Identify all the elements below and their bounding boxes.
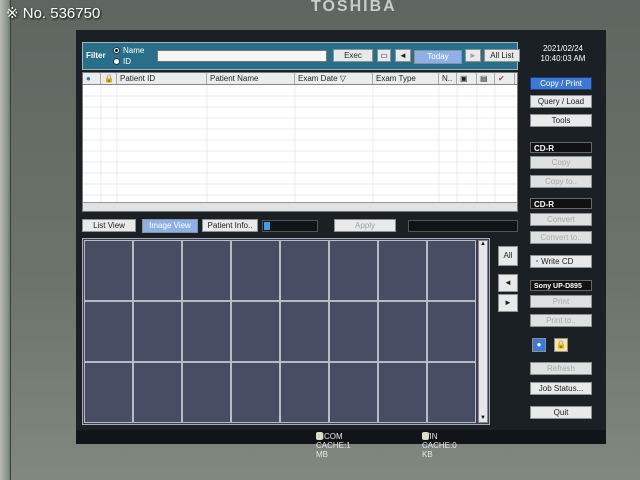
- image-cell[interactable]: [133, 301, 182, 362]
- check-icon[interactable]: ✔: [495, 73, 515, 84]
- image-cell[interactable]: [182, 362, 231, 423]
- dicom-cache-text: DICOM CACHE:1 MB: [316, 432, 351, 459]
- image-cell[interactable]: [329, 240, 378, 301]
- next-image-button[interactable]: ►: [498, 294, 518, 312]
- progress-field: [262, 220, 318, 232]
- win-cache-text: WIN CACHE:0 KB: [422, 432, 457, 459]
- table-grid: [83, 85, 517, 203]
- cdr-copy-header: CD-R: [530, 142, 592, 153]
- prev-image-button[interactable]: ◄: [498, 274, 518, 292]
- image-cell[interactable]: [182, 240, 231, 301]
- message-field: [408, 220, 518, 232]
- image-view-tab[interactable]: Image View: [142, 219, 198, 233]
- radio-name-label: Name: [123, 46, 145, 55]
- image-cell[interactable]: [84, 362, 133, 423]
- view-tabs-row: List View Image View Patient Info.. Appl…: [82, 218, 518, 234]
- patient-info-tab[interactable]: Patient Info..: [202, 219, 258, 232]
- image-cell[interactable]: [427, 240, 476, 301]
- print-button[interactable]: Print: [530, 295, 592, 308]
- next-day-button[interactable]: ►: [465, 49, 481, 62]
- apply-button[interactable]: Apply: [334, 219, 396, 232]
- query-load-button[interactable]: Query / Load: [530, 95, 592, 108]
- quit-button[interactable]: Quit: [530, 406, 592, 419]
- filter-label: Filter: [86, 51, 106, 60]
- image-vertical-scrollbar[interactable]: ▲ ▼: [478, 240, 488, 423]
- image-cell[interactable]: [231, 301, 280, 362]
- image-cell[interactable]: [280, 301, 329, 362]
- printer-header: Sony UP-D895: [530, 280, 592, 291]
- image-cell[interactable]: [133, 240, 182, 301]
- prev-day-button[interactable]: ◄: [395, 49, 411, 62]
- n-column-header[interactable]: N..: [439, 73, 457, 84]
- convert-button[interactable]: Convert: [530, 213, 592, 226]
- status-dot-icon[interactable]: ●: [532, 338, 546, 352]
- image-cell[interactable]: [427, 362, 476, 423]
- watermark-label: ※ No. 536750: [6, 5, 101, 22]
- image-cell[interactable]: [133, 362, 182, 423]
- cd-icon: ◔: [534, 257, 539, 266]
- keyboard-icon[interactable]: ▭: [377, 49, 391, 62]
- image-cell[interactable]: [182, 301, 231, 362]
- refresh-button[interactable]: Refresh: [530, 362, 592, 375]
- patient-table[interactable]: ● 🔒 Patient ID Patient Name Exam Date ▽ …: [82, 72, 518, 212]
- lock-column-header[interactable]: 🔒: [101, 73, 117, 84]
- patient-id-header[interactable]: Patient ID: [117, 73, 207, 84]
- filter-input[interactable]: [157, 50, 327, 62]
- radio-id-icon[interactable]: [113, 58, 120, 65]
- exam-type-header[interactable]: Exam Type: [373, 73, 439, 84]
- convert-to-button[interactable]: Convert to..: [530, 231, 592, 244]
- today-button[interactable]: Today: [414, 50, 462, 64]
- exam-date-header[interactable]: Exam Date ▽: [295, 73, 373, 84]
- patient-name-header[interactable]: Patient Name: [207, 73, 295, 84]
- radio-name-option[interactable]: Name: [113, 46, 144, 55]
- radio-id-option[interactable]: ID: [113, 57, 131, 66]
- all-images-button[interactable]: All: [498, 246, 518, 266]
- application-screen: Filter Name ID Exec ▭ ◄ Today ► All List…: [76, 30, 606, 430]
- image-cell[interactable]: [231, 240, 280, 301]
- table-header: ● 🔒 Patient ID Patient Name Exam Date ▽ …: [83, 73, 517, 85]
- copy-to-button[interactable]: Copy to..: [530, 175, 592, 188]
- brand-logo: TOSHIBA: [311, 0, 397, 15]
- image-cell[interactable]: [231, 362, 280, 423]
- image-cell[interactable]: [280, 240, 329, 301]
- radio-name-icon[interactable]: [113, 47, 120, 54]
- image-cell[interactable]: [84, 240, 133, 301]
- scroll-down-icon[interactable]: ▼: [479, 415, 487, 422]
- job-status-button[interactable]: Job Status...: [530, 382, 592, 395]
- status-bar: DICOM CACHE:1 MB WIN CACHE:0 KB: [76, 430, 606, 459]
- image-cell[interactable]: [378, 240, 427, 301]
- print-to-button[interactable]: Print to..: [530, 314, 592, 327]
- tools-button[interactable]: Tools: [530, 114, 592, 127]
- image-cell[interactable]: [329, 362, 378, 423]
- image-cell[interactable]: [84, 301, 133, 362]
- write-cd-button[interactable]: ◔ Write CD: [530, 255, 592, 268]
- list-view-tab[interactable]: List View: [82, 219, 136, 232]
- copy-print-button[interactable]: Copy / Print: [530, 77, 592, 90]
- image-cell[interactable]: [378, 301, 427, 362]
- status-column-header[interactable]: ●: [83, 73, 101, 84]
- image-cell[interactable]: [378, 362, 427, 423]
- cdr-convert-header: CD-R: [530, 198, 592, 209]
- datetime-display: 2021/02/24 10:40:03 AM: [528, 44, 598, 64]
- copy-button[interactable]: Copy: [530, 156, 592, 169]
- scroll-up-icon[interactable]: ▲: [479, 241, 487, 248]
- image-cell[interactable]: [427, 301, 476, 362]
- film-icon[interactable]: ▤: [477, 73, 495, 84]
- filter-bar: Filter Name ID Exec ▭ ◄ Today ► All List: [82, 42, 520, 70]
- write-cd-label: Write CD: [541, 257, 574, 266]
- progress-indicator: [264, 222, 270, 230]
- lock-icon[interactable]: 🔒: [554, 338, 568, 352]
- all-list-button[interactable]: All List: [484, 49, 520, 62]
- image-cell[interactable]: [280, 362, 329, 423]
- radio-id-label: ID: [123, 57, 131, 66]
- table-horizontal-scrollbar[interactable]: [83, 202, 517, 211]
- image-cell[interactable]: [329, 301, 378, 362]
- time-text: 10:40:03 AM: [540, 54, 586, 63]
- exec-button[interactable]: Exec: [333, 49, 373, 62]
- camera-icon[interactable]: ▣: [457, 73, 477, 84]
- date-text: 2021/02/24: [542, 44, 584, 53]
